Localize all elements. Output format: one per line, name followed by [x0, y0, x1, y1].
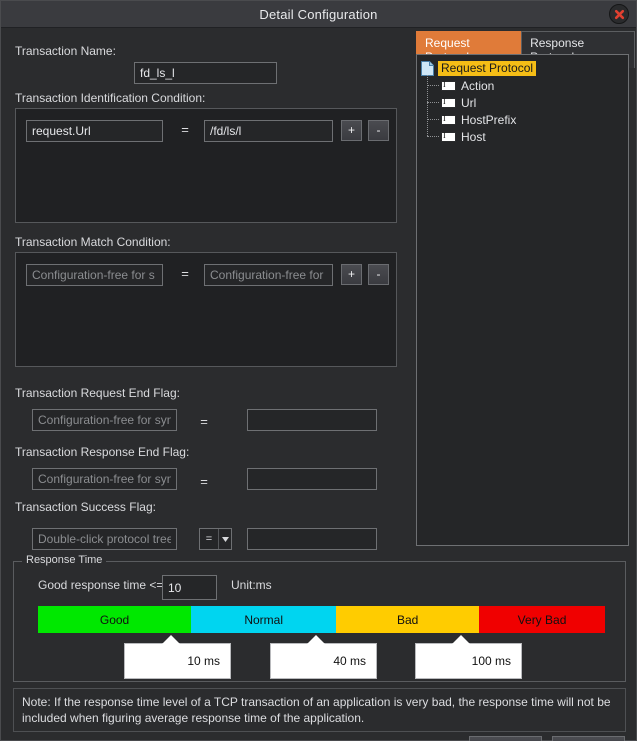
segment-very-bad: Very Bad: [479, 606, 605, 633]
match-operator: =: [181, 266, 189, 281]
tree-item-host[interactable]: Host: [427, 128, 624, 145]
left-form-column: Transaction Name: Transaction Identifica…: [1, 28, 411, 558]
segment-normal: Normal: [191, 606, 337, 633]
identification-add-button[interactable]: +: [341, 120, 362, 141]
tree-item-label: HostPrefix: [461, 112, 517, 127]
note-text: Note: If the response time level of a TC…: [13, 688, 626, 732]
response-time-legend: Response Time: [22, 554, 107, 566]
request-end-flag-operator: =: [200, 414, 208, 429]
segment-bad: Bad: [336, 606, 480, 633]
title-bar: Detail Configuration: [1, 1, 636, 28]
text-field-icon: [441, 97, 456, 108]
match-condition-label: Transaction Match Condition:: [15, 235, 171, 249]
good-response-time-label: Good response time <=: [38, 578, 164, 592]
detail-configuration-dialog: Detail Configuration Transaction Name: T…: [0, 0, 637, 741]
ok-button[interactable]: OK: [469, 736, 542, 741]
tree-item-label: Action: [461, 78, 495, 93]
good-response-time-input[interactable]: [162, 575, 217, 600]
threshold-callout-normal: 40 ms: [270, 635, 377, 679]
identification-value-input[interactable]: [204, 120, 333, 142]
close-icon[interactable]: [609, 4, 629, 24]
tree-root-label: Request Protocol: [438, 61, 537, 76]
unit-label: Unit:ms: [231, 578, 272, 592]
document-icon: [421, 61, 434, 76]
callout-pointer-icon: [162, 635, 180, 644]
response-end-flag-value-input[interactable]: [247, 468, 377, 490]
success-flag-operator-value: =: [205, 533, 213, 545]
text-field-icon: [441, 131, 456, 142]
identification-condition-panel: = + -: [15, 108, 397, 223]
protocol-panel: Request Protocol Response Protocol Reque…: [413, 28, 635, 558]
segment-good: Good: [38, 606, 192, 633]
request-end-flag-label: Transaction Request End Flag:: [15, 386, 180, 400]
chevron-down-icon[interactable]: [218, 529, 231, 549]
match-condition-panel: = + -: [15, 252, 397, 367]
success-flag-input[interactable]: [32, 528, 177, 550]
tree-item-label: Url: [461, 95, 477, 110]
text-field-icon: [441, 80, 456, 91]
threshold-callout-bad: 100 ms: [415, 635, 522, 679]
identification-field-input[interactable]: [26, 120, 163, 142]
cancel-button[interactable]: Cancel: [552, 736, 625, 741]
callout-pointer-icon: [307, 635, 325, 644]
response-end-flag-label: Transaction Response End Flag:: [15, 445, 190, 459]
response-end-flag-operator: =: [200, 474, 208, 489]
tree-item-action[interactable]: Action: [427, 77, 624, 94]
response-time-bar: Good Normal Bad Very Bad: [38, 606, 605, 633]
protocol-tree[interactable]: Request Protocol Action Url HostPrefix: [416, 54, 629, 546]
transaction-name-label: Transaction Name:: [15, 44, 116, 58]
identification-operator: =: [181, 122, 189, 137]
window-title: Detail Configuration: [259, 6, 378, 22]
match-remove-button[interactable]: -: [368, 264, 389, 285]
identification-condition-label: Transaction Identification Condition:: [15, 91, 206, 105]
identification-remove-button[interactable]: -: [368, 120, 389, 141]
success-flag-operator-select[interactable]: =: [199, 528, 232, 550]
tree-item-label: Host: [461, 129, 486, 144]
match-value-input[interactable]: [204, 264, 333, 286]
callout-pointer-icon: [452, 635, 470, 644]
threshold-callout-good: 10 ms: [124, 635, 231, 679]
tree-item-url[interactable]: Url: [427, 94, 624, 111]
response-time-group: Response Time Good response time <= Unit…: [13, 554, 626, 682]
match-add-button[interactable]: +: [341, 264, 362, 285]
threshold-value: 100 ms: [471, 654, 511, 668]
success-flag-value-input[interactable]: [247, 528, 377, 550]
threshold-value: 10 ms: [187, 654, 220, 668]
dialog-body: Transaction Name: Transaction Identifica…: [1, 28, 636, 741]
success-flag-label: Transaction Success Flag:: [15, 500, 156, 514]
tree-children: Action Url HostPrefix Host: [427, 75, 624, 145]
match-field-input[interactable]: [26, 264, 163, 286]
request-end-flag-value-input[interactable]: [247, 409, 377, 431]
threshold-value: 40 ms: [333, 654, 366, 668]
response-end-flag-input[interactable]: [32, 468, 177, 490]
tree-root-node[interactable]: Request Protocol: [421, 60, 624, 77]
request-end-flag-input[interactable]: [32, 409, 177, 431]
tree-item-hostprefix[interactable]: HostPrefix: [427, 111, 624, 128]
transaction-name-input[interactable]: [134, 62, 277, 84]
text-field-icon: [441, 114, 456, 125]
